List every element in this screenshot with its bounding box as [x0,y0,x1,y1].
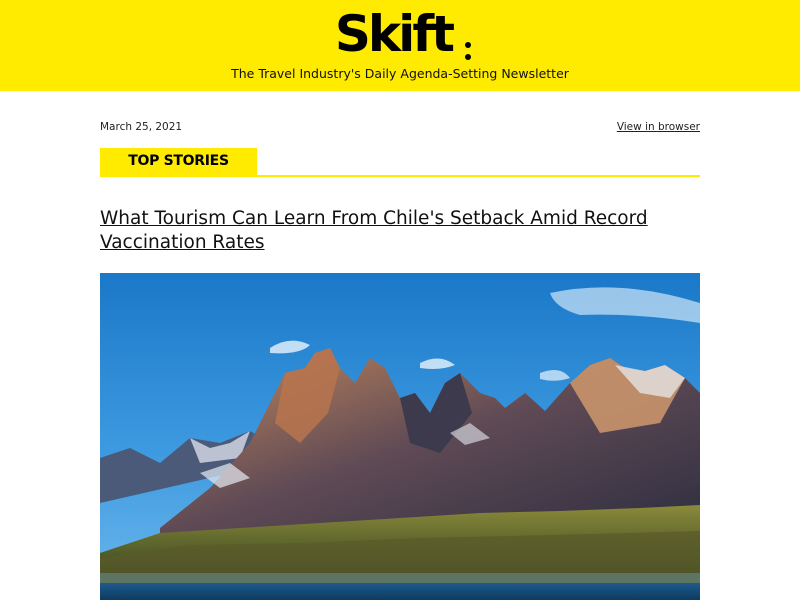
article-hero-image[interactable] [100,273,700,600]
article-headline-link[interactable]: What Tourism Can Learn From Chile's Setb… [100,207,710,255]
meta-row: March 25, 2021 View in browser [100,121,700,135]
tagline: The Travel Industry's Daily Agenda-Setti… [231,66,569,81]
logo-text: Skift [334,5,455,63]
mountain-landscape-image [100,273,700,600]
logo[interactable]: Skift [0,8,800,60]
view-in-browser-link[interactable]: View in browser [617,121,700,133]
logo-dots-icon [465,24,473,64]
issue-date: March 25, 2021 [100,121,183,133]
section-label: TOP STORIES [100,148,257,175]
section-divider: TOP STORIES [100,148,700,177]
newsletter-header: Skift The Travel Industry's Daily Agenda… [0,0,800,91]
